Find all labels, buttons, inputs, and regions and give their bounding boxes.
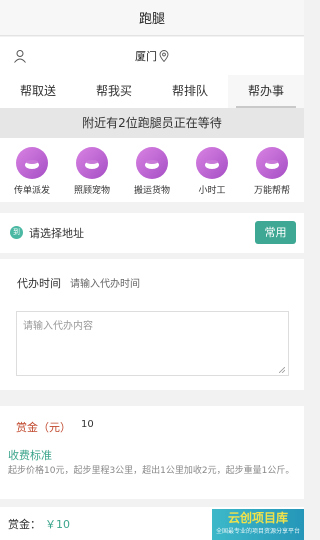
category-all-round-help[interactable]: 万能帮帮 xyxy=(242,138,302,202)
errand-time-row: 代办时间 请输入代办时间 xyxy=(0,259,304,301)
nearby-runners-notice: 附近有2位跑腿员正在等待 xyxy=(0,108,304,138)
tab-errands[interactable]: 帮办事 xyxy=(228,75,304,108)
category-leaflet[interactable]: 传单派发 xyxy=(2,138,62,202)
category-cargo[interactable]: 搬运货物 xyxy=(122,138,182,202)
category-label: 小时工 xyxy=(198,186,226,196)
total-reward-label: 赏金： xyxy=(8,518,41,531)
reward-row: 赏金（元） 10 xyxy=(0,406,304,442)
reward-input[interactable]: 10 xyxy=(81,419,94,430)
location-pin-icon xyxy=(159,50,169,62)
category-grid: 传单派发 照顾宠物 搬运货物 小时工 万能帮帮 xyxy=(0,138,304,202)
pet-icon xyxy=(76,147,108,179)
textarea-placeholder: 请输入代办内容 xyxy=(23,321,93,332)
cargo-icon xyxy=(136,147,168,179)
watermark-logo: 云创项目库 全国最专业的项目资源分享平台 xyxy=(212,509,304,540)
errand-content-textarea[interactable]: 请输入代办内容 xyxy=(16,311,289,376)
tab-queue-for-me[interactable]: 帮排队 xyxy=(152,75,228,108)
category-label: 照顾宠物 xyxy=(73,186,110,196)
errand-time-input[interactable]: 请输入代办时间 xyxy=(70,275,140,290)
category-label: 搬运货物 xyxy=(133,186,170,196)
destination-badge: 到 xyxy=(10,226,23,239)
fee-standard-description: 起步价格10元，起步里程3公里，超出1公里加收2元，起步重量1公斤。 xyxy=(8,466,295,476)
errand-content-section: 请输入代办内容 xyxy=(0,301,304,390)
leaflet-icon xyxy=(16,147,48,179)
city-selector[interactable]: 厦门 xyxy=(0,48,304,64)
tab-pickup-delivery[interactable]: 帮取送 xyxy=(0,75,76,108)
category-label: 传单派发 xyxy=(13,186,50,196)
frequent-address-button[interactable]: 常用 xyxy=(255,221,296,244)
category-label: 万能帮帮 xyxy=(253,186,290,196)
tab-buy-for-me[interactable]: 帮我买 xyxy=(76,75,152,108)
resize-handle-icon[interactable] xyxy=(279,367,285,373)
page-title: 跑腿 xyxy=(0,0,304,36)
worker-icon xyxy=(196,147,228,179)
location-bar: 厦门 xyxy=(0,37,304,75)
city-name: 厦门 xyxy=(135,50,157,63)
service-tabs: 帮取送 帮我买 帮排队 帮办事 xyxy=(0,75,304,108)
fee-standard-section: 收费标准 起步价格10元，起步里程3公里，超出1公里加收2元，起步重量1公斤。 xyxy=(0,442,304,499)
address-row[interactable]: 到 请选择地址 常用 xyxy=(0,213,304,253)
total-reward-value: ￥10 xyxy=(45,518,70,531)
address-select[interactable]: 请选择地址 xyxy=(29,225,84,241)
category-pet-care[interactable]: 照顾宠物 xyxy=(62,138,122,202)
helper-icon xyxy=(256,147,288,179)
errand-time-label: 代办时间 xyxy=(17,277,61,290)
fee-standard-title: 收费标准 xyxy=(8,449,52,462)
reward-label: 赏金（元） xyxy=(16,421,71,434)
category-hourly-worker[interactable]: 小时工 xyxy=(182,138,242,202)
